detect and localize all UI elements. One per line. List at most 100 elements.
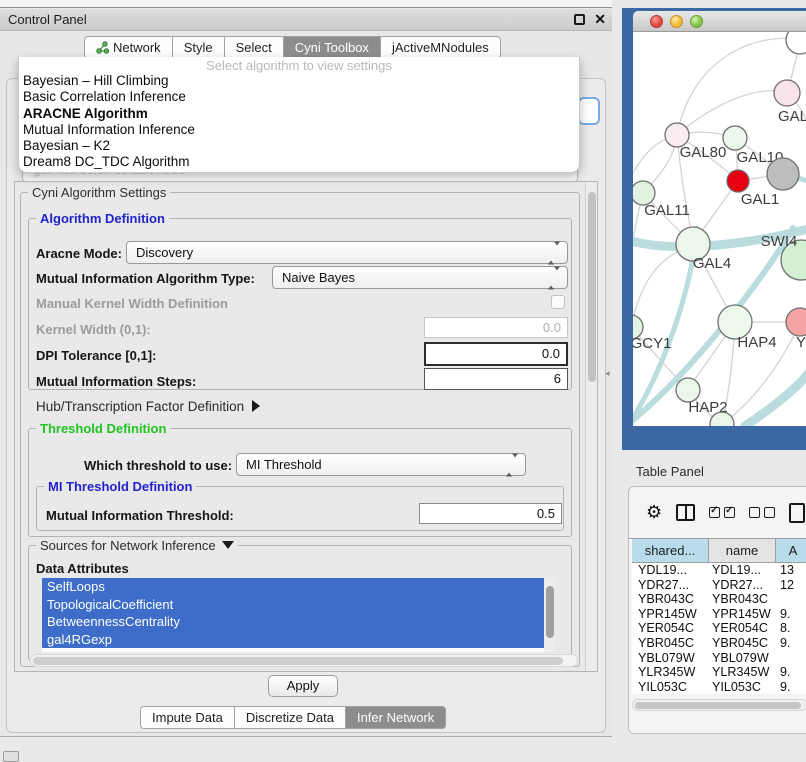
algorithm-option[interactable]: Dream8 DC_TDC Algorithm (19, 154, 579, 170)
attributes-hscrollbar-thumb[interactable] (33, 657, 563, 665)
float-window-icon[interactable] (574, 14, 585, 25)
new-table-icon[interactable] (789, 503, 805, 523)
table-cell: YBR043C (632, 592, 709, 607)
network-edge[interactable] (633, 193, 643, 327)
mi-threshold-field[interactable]: 0.5 (419, 503, 562, 524)
which-threshold-combo[interactable]: MI Threshold (236, 453, 526, 476)
dpi-tolerance-field[interactable]: 0.0 (424, 342, 568, 366)
attributes-scrollbar-thumb[interactable] (546, 586, 554, 638)
which-threshold-value: MI Threshold (246, 457, 322, 472)
data-attribute-item[interactable]: gal4RGexp (42, 631, 544, 649)
tab-cyni-toolbox[interactable]: Cyni Toolbox (284, 36, 381, 59)
select-all-icon[interactable] (709, 507, 735, 518)
network-canvas[interactable]: GALGAL80GAL10GAL1GAL11GAL4SWI4GCY1HAP4YH… (633, 32, 806, 426)
tab-discretize-data[interactable]: Discretize Data (235, 706, 346, 729)
kernel-width-field[interactable]: 0.0 (424, 317, 568, 338)
table-cell: YDL19... (709, 563, 776, 578)
settings-scrollbar-thumb[interactable] (588, 192, 596, 382)
close-icon[interactable]: ✕ (594, 11, 606, 28)
network-node[interactable] (786, 308, 806, 336)
settings-vertical-scrollbar[interactable] (585, 182, 597, 671)
apply-button[interactable]: Apply (268, 675, 338, 697)
mi-steps-field[interactable]: 6 (424, 368, 568, 390)
panel-divider-collapse-arrow[interactable]: ◂ (605, 368, 610, 379)
deselect-all-icon[interactable] (749, 507, 775, 518)
table-row[interactable]: YDR27...YDR27...12 (632, 578, 806, 593)
column-header-cut[interactable]: A (776, 539, 806, 563)
network-node[interactable] (727, 170, 749, 192)
data-attribute-item[interactable]: BetweennessCentrality (42, 613, 544, 631)
table-row[interactable]: YBR045CYBR045C9. (632, 636, 806, 651)
table-cell (776, 592, 806, 607)
aracne-mode-combo[interactable]: Discovery (126, 241, 568, 264)
table-row[interactable]: YDL19...YDL19...13 (632, 563, 806, 578)
table-hscrollbar-thumb[interactable] (635, 702, 801, 709)
attributes-vertical-scrollbar[interactable] (544, 578, 555, 652)
hub-section-label: Hub/Transcription Factor Definition (36, 399, 244, 414)
table-cell: YER054C (632, 621, 709, 636)
node-table: shared... name A YDL19...YDL19...13YDR27… (632, 539, 806, 694)
control-panel-titlebar[interactable]: Control Panel ✕ (0, 9, 612, 31)
tab-impute-data[interactable]: Impute Data (140, 706, 235, 729)
algorithm-option[interactable]: ARACNE Algorithm (19, 106, 579, 122)
gear-icon[interactable]: ⚙ (646, 502, 662, 523)
table-row[interactable]: YIL053CYIL053C9. (632, 680, 806, 695)
tab-style-label: Style (184, 40, 213, 55)
network-view-window[interactable]: GALGAL80GAL10GAL1GAL11GAL4SWI4GCY1HAP4YH… (622, 8, 806, 450)
network-node-label: GAL4 (693, 255, 731, 272)
tab-select[interactable]: Select (225, 36, 284, 59)
data-attribute-item[interactable]: SelfLoops (42, 578, 544, 596)
network-node[interactable] (786, 32, 806, 54)
network-node-label: SWI4 (761, 233, 798, 250)
inference-algorithm-combo-edge[interactable] (578, 97, 600, 125)
tab-style[interactable]: Style (173, 36, 225, 59)
minimize-traffic-light[interactable] (670, 15, 683, 28)
table-cell: 9. (776, 607, 806, 622)
column-header-name[interactable]: name (709, 539, 776, 563)
sources-group-title[interactable]: Sources for Network Inference (36, 538, 238, 553)
mi-type-combo[interactable]: Naive Bayes (272, 266, 568, 289)
table-cell: YER054C (709, 621, 776, 636)
table-row[interactable]: YER054CYER054C8. (632, 621, 806, 636)
tab-infer-network[interactable]: Infer Network (346, 706, 446, 729)
hub-section-toggle[interactable]: Hub/Transcription Factor Definition (36, 399, 260, 414)
mi-steps-label: Mutual Information Steps: (36, 374, 196, 389)
network-node[interactable] (774, 80, 800, 106)
network-node-label: GAL80 (680, 144, 727, 161)
algorithm-option[interactable]: Mutual Information Inference (19, 122, 579, 138)
close-traffic-light[interactable] (650, 15, 663, 28)
table-row[interactable]: YBL079WYBL079W (632, 651, 806, 666)
app-root: Control Panel ✕ Network Style Select Cyn… (0, 0, 806, 762)
table-cell (776, 651, 806, 666)
tab-network[interactable]: Network (84, 36, 173, 59)
zoom-traffic-light[interactable] (690, 15, 703, 28)
network-node[interactable] (723, 126, 747, 150)
algorithm-option[interactable]: Basic Correlation Inference (19, 89, 579, 105)
network-edge-highlighted[interactable] (745, 370, 806, 426)
table-panel: ⚙ shared... name A YDL19...YDL19...13YDR… (628, 486, 806, 734)
table-cell: YDR27... (632, 578, 709, 593)
unchecked-box-icon (764, 507, 775, 518)
combo-arrows-icon (548, 242, 560, 263)
attributes-horizontal-scrollbar[interactable] (30, 654, 578, 667)
table-row[interactable]: YBR043CYBR043C (632, 592, 806, 607)
tab-jactivemnodules[interactable]: jActiveMNodules (381, 36, 501, 59)
corner-mini-icon[interactable] (3, 751, 19, 762)
column-header-shared-name[interactable]: shared... (632, 539, 709, 563)
network-window-titlebar[interactable] (633, 11, 806, 32)
which-threshold-label: Which threshold to use: (84, 458, 232, 473)
manual-kernel-checkbox[interactable] (551, 295, 565, 309)
split-columns-icon[interactable] (676, 504, 695, 521)
table-row[interactable]: YPR145WYPR145W9. (632, 607, 806, 622)
table-horizontal-scrollbar[interactable] (632, 699, 806, 711)
algorithm-option[interactable]: Bayesian – Hill Climbing (19, 73, 579, 89)
tab-select-label: Select (236, 40, 272, 55)
network-node[interactable] (767, 158, 799, 190)
data-attribute-item[interactable]: TopologicalCoefficient (42, 596, 544, 614)
network-graph[interactable]: GALGAL80GAL10GAL1GAL11GAL4SWI4GCY1HAP4YH… (633, 32, 806, 426)
mi-type-value: Naive Bayes (282, 270, 355, 285)
table-row[interactable]: YLR345WYLR345W9. (632, 665, 806, 680)
algorithm-option[interactable]: Bayesian – K2 (19, 138, 579, 154)
aracne-mode-value: Discovery (136, 245, 193, 260)
control-panel-tabbar: Network Style Select Cyni Toolbox jActiv… (84, 36, 501, 59)
